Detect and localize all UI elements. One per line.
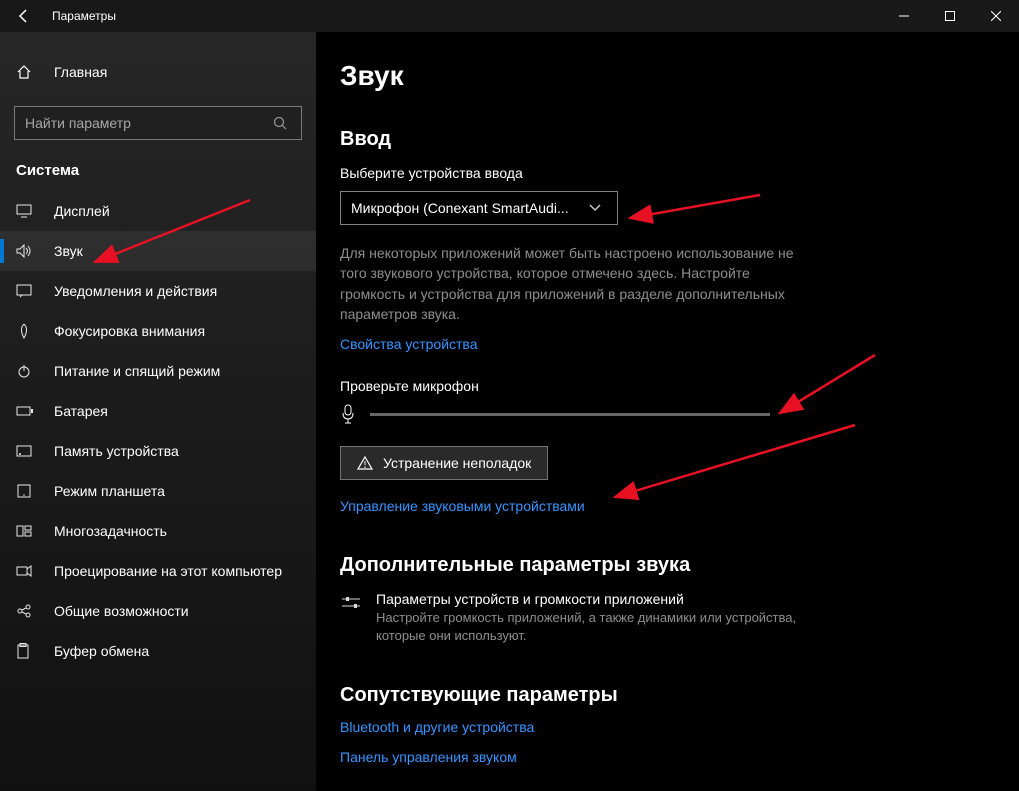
clipboard-icon xyxy=(16,643,36,659)
sidebar-item-label: Общие возможности xyxy=(54,603,189,619)
sidebar-item-label: Звук xyxy=(54,243,83,259)
sidebar-item-label: Проецирование на этот компьютер xyxy=(54,563,282,579)
page-title: Звук xyxy=(340,60,1019,92)
test-mic-label: Проверьте микрофон xyxy=(340,378,1019,394)
sidebar-home[interactable]: Главная xyxy=(0,56,316,88)
related-soundpanel-link[interactable]: Панель управления звуком xyxy=(340,749,1019,765)
choose-input-label: Выберите устройства ввода xyxy=(340,165,1019,181)
window-title: Параметры xyxy=(48,9,116,23)
sidebar-item-storage[interactable]: Память устройства xyxy=(0,431,316,471)
input-help-text: Для некоторых приложений может быть наст… xyxy=(340,243,810,324)
search-box[interactable] xyxy=(14,106,302,140)
app-volume-title: Параметры устройств и громкости приложен… xyxy=(376,591,820,607)
minimize-button[interactable] xyxy=(881,0,927,32)
sidebar-item-display[interactable]: Дисплей xyxy=(0,191,316,231)
storage-icon xyxy=(16,445,36,457)
home-icon xyxy=(16,64,36,80)
arrow-left-icon xyxy=(16,8,32,24)
sidebar-nav: Дисплей Звук Уведомления и действия Фоку… xyxy=(0,191,316,671)
battery-icon xyxy=(16,405,36,417)
display-icon xyxy=(16,204,36,218)
sidebar-item-label: Многозадачность xyxy=(54,523,167,539)
section-input: Ввод xyxy=(340,128,1019,151)
section-advanced: Дополнительные параметры звука xyxy=(340,554,1019,577)
search-input[interactable] xyxy=(25,115,273,131)
warning-icon xyxy=(357,456,373,470)
maximize-button[interactable] xyxy=(927,0,973,32)
mic-level-bar xyxy=(370,413,770,416)
sidebar-item-label: Буфер обмена xyxy=(54,643,149,659)
app-volume-item[interactable]: Параметры устройств и громкости приложен… xyxy=(340,591,820,645)
titlebar: Параметры xyxy=(0,0,1019,32)
sidebar-item-shared[interactable]: Общие возможности xyxy=(0,591,316,631)
close-icon xyxy=(991,11,1001,21)
focus-icon xyxy=(16,323,36,339)
back-button[interactable] xyxy=(0,0,48,32)
mic-test-row xyxy=(340,404,1019,424)
sidebar-item-notifications[interactable]: Уведомления и действия xyxy=(0,271,316,311)
sidebar-item-battery[interactable]: Батарея xyxy=(0,391,316,431)
chevron-down-icon xyxy=(589,204,607,212)
manage-devices-link[interactable]: Управление звуковыми устройствами xyxy=(340,498,585,514)
microphone-icon xyxy=(340,404,356,424)
app-volume-desc: Настройте громкость приложений, а также … xyxy=(376,609,820,645)
sidebar-item-label: Память устройства xyxy=(54,443,179,459)
sidebar-item-clipboard[interactable]: Буфер обмена xyxy=(0,631,316,671)
sidebar-item-label: Питание и спящий режим xyxy=(54,363,220,379)
input-device-value: Микрофон (Conexant SmartAudi... xyxy=(351,200,589,216)
sidebar-item-label: Дисплей xyxy=(54,203,110,219)
sidebar-item-label: Уведомления и действия xyxy=(54,283,217,299)
section-related: Сопутствующие параметры xyxy=(340,684,1019,707)
close-button[interactable] xyxy=(973,0,1019,32)
device-properties-link[interactable]: Свойства устройства xyxy=(340,336,478,352)
sidebar-item-label: Батарея xyxy=(54,403,108,419)
main-content: Звук Ввод Выберите устройства ввода Микр… xyxy=(316,32,1019,791)
troubleshoot-button[interactable]: Устранение неполадок xyxy=(340,446,548,480)
sidebar-item-label: Режим планшета xyxy=(54,483,165,499)
sidebar: Главная Система Дисплей Звук xyxy=(0,32,316,791)
power-icon xyxy=(16,363,36,379)
sidebar-item-power[interactable]: Питание и спящий режим xyxy=(0,351,316,391)
tablet-icon xyxy=(16,484,36,498)
minimize-icon xyxy=(899,11,909,21)
sidebar-item-focus[interactable]: Фокусировка внимания xyxy=(0,311,316,351)
sound-icon xyxy=(16,244,36,258)
sidebar-home-label: Главная xyxy=(54,64,107,80)
shared-icon xyxy=(16,603,36,619)
sidebar-item-label: Фокусировка внимания xyxy=(54,323,205,339)
notifications-icon xyxy=(16,284,36,298)
search-icon xyxy=(273,116,291,130)
multitask-icon xyxy=(16,525,36,537)
sidebar-item-multitask[interactable]: Многозадачность xyxy=(0,511,316,551)
input-device-select[interactable]: Микрофон (Conexant SmartAudi... xyxy=(340,191,618,225)
sidebar-section-title: Система xyxy=(0,162,316,191)
sliders-icon xyxy=(340,591,362,645)
maximize-icon xyxy=(945,11,955,21)
sidebar-item-tablet[interactable]: Режим планшета xyxy=(0,471,316,511)
project-icon xyxy=(16,564,36,578)
troubleshoot-label: Устранение неполадок xyxy=(383,455,531,471)
related-bluetooth-link[interactable]: Bluetooth и другие устройства xyxy=(340,719,1019,735)
sidebar-item-sound[interactable]: Звук xyxy=(0,231,316,271)
sidebar-item-project[interactable]: Проецирование на этот компьютер xyxy=(0,551,316,591)
